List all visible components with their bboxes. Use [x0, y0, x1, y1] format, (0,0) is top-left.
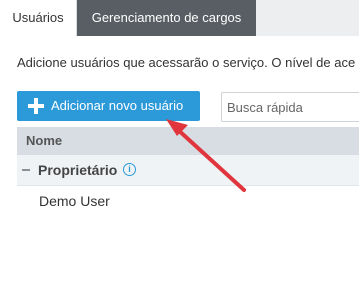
search-input[interactable]: [227, 94, 347, 120]
add-user-button-label: Adicionar novo usuário: [51, 98, 184, 113]
quick-search-field[interactable]: [221, 92, 359, 122]
add-user-button[interactable]: Adicionar novo usuário: [17, 91, 200, 121]
user-name: Demo User: [39, 193, 110, 209]
table-row[interactable]: Demo User: [17, 186, 359, 216]
info-icon[interactable]: i: [123, 163, 136, 176]
collapse-icon[interactable]: [22, 169, 30, 171]
column-header-name[interactable]: Nome: [26, 127, 62, 155]
group-label: Proprietário: [38, 162, 118, 178]
table-header: Nome: [17, 127, 359, 155]
users-panel: Adicione usuários que acessarão o serviç…: [0, 36, 359, 293]
tab-users[interactable]: Usuários: [0, 0, 77, 36]
plus-icon: [28, 98, 44, 114]
group-row-owner[interactable]: Proprietário i: [17, 155, 359, 186]
page-description: Adicione usuários que acessarão o serviç…: [17, 55, 356, 70]
tab-role-management[interactable]: Gerenciamento de cargos: [77, 0, 256, 36]
tab-bar: Usuários Gerenciamento de cargos: [0, 0, 359, 36]
